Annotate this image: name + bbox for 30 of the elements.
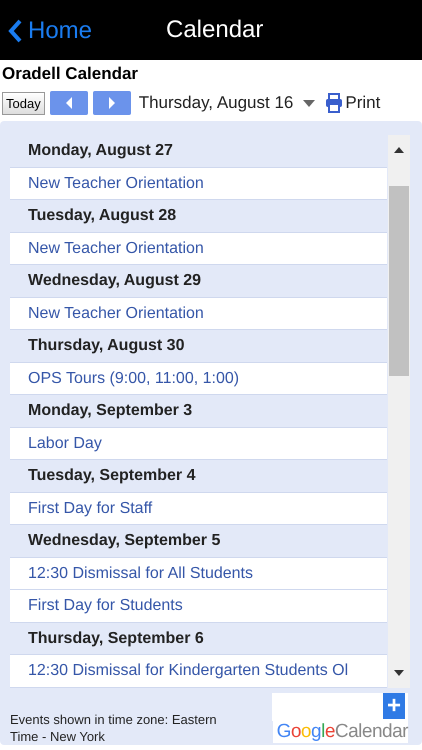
- printer-icon: [325, 93, 344, 113]
- next-button[interactable]: [92, 91, 131, 115]
- add-button[interactable]: +: [383, 693, 405, 719]
- left-arrow-icon: [64, 97, 73, 109]
- event-item[interactable]: Labor Day: [10, 428, 387, 460]
- event-item[interactable]: First Day for Students: [10, 590, 387, 622]
- current-date: Thursday, August 16: [138, 93, 294, 113]
- previous-button[interactable]: [50, 91, 88, 115]
- timezone-note: Events shown in time zone: Eastern Time - New York: [10, 711, 218, 745]
- print-button[interactable]: Print: [325, 93, 380, 113]
- event-item[interactable]: New Teacher Orientation: [10, 298, 387, 330]
- scroll-thumb[interactable]: [389, 186, 409, 376]
- scrollbar[interactable]: [388, 135, 410, 688]
- event-item[interactable]: OPS Tours (9:00, 11:00, 1:00): [10, 362, 387, 395]
- event-item[interactable]: First Day for Staff: [10, 492, 387, 525]
- event-item[interactable]: New Teacher Orientation: [10, 232, 387, 265]
- back-button[interactable]: Home: [0, 11, 92, 51]
- right-arrow-icon: [108, 97, 116, 109]
- day-header: Thursday, September 6: [10, 622, 387, 655]
- today-button[interactable]: Today: [2, 92, 45, 114]
- calendar-title: Oradell Calendar: [2, 63, 140, 85]
- dropdown-caret-icon[interactable]: [303, 100, 316, 106]
- back-chevron-icon: [8, 19, 22, 43]
- google-calendar-logo[interactable]: GoogleCalendar: [272, 721, 408, 743]
- scroll-up-icon[interactable]: [394, 147, 404, 153]
- scroll-down-icon[interactable]: [394, 670, 404, 676]
- event-item[interactable]: 12:30 Dismissal for Kindergarten Students Ol: [10, 655, 387, 688]
- event-item[interactable]: 12:30 Dismissal for All Students: [10, 558, 387, 590]
- event-item[interactable]: New Teacher Orientation: [10, 168, 387, 200]
- screen-title: Calendar: [166, 16, 264, 44]
